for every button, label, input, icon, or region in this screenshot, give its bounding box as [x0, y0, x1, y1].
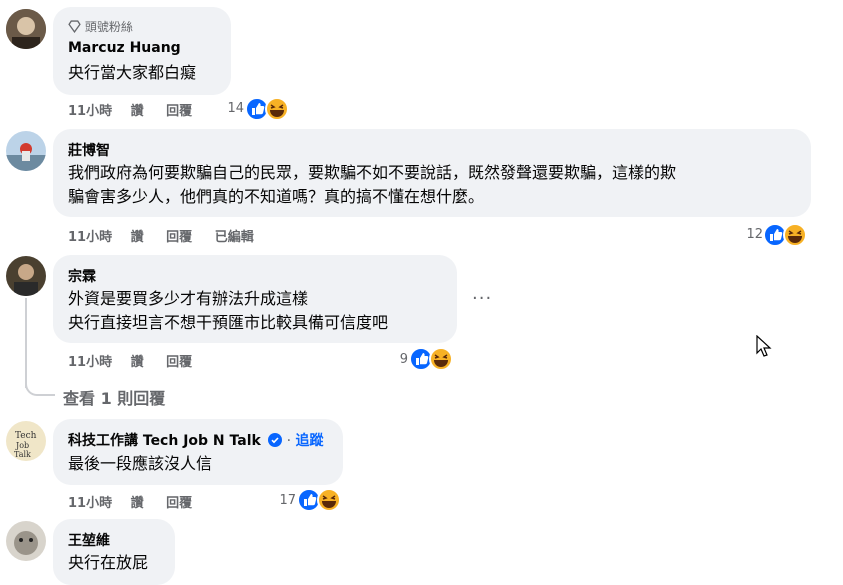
reply-button[interactable]: 回覆 — [166, 230, 192, 245]
like-button[interactable]: 讚 — [131, 230, 144, 245]
commenter-name[interactable]: 王堃維 — [68, 530, 110, 550]
like-button[interactable]: 讚 — [131, 355, 144, 370]
like-reaction-icon — [297, 488, 321, 512]
commenter-name[interactable]: 莊博智 — [68, 140, 110, 160]
comment-text-line-2: 央行直接坦言不想干預匯市比較具備可信度吧 — [68, 313, 389, 332]
commenter-name[interactable]: 宗霖 — [68, 266, 96, 286]
reply-button[interactable]: 回覆 — [166, 355, 192, 370]
timestamp[interactable]: 11小時 — [68, 496, 112, 511]
top-fan-badge: 頭號粉絲 — [68, 18, 133, 35]
timestamp[interactable]: 11小時 — [68, 355, 112, 370]
reply-button[interactable]: 回覆 — [166, 496, 192, 511]
thread-line — [25, 298, 27, 388]
comment-actions: 11小時 讚 回覆 已編輯 — [68, 226, 254, 245]
diamond-icon — [68, 20, 81, 34]
reaction-count[interactable]: 12 — [733, 227, 763, 242]
reaction-count[interactable]: 17 — [266, 493, 296, 508]
reaction-icons[interactable] — [297, 488, 341, 512]
haha-reaction-icon — [783, 223, 807, 247]
haha-reaction-icon — [265, 97, 289, 121]
page-name[interactable]: 科技工作講 Tech Job N Talk — [68, 433, 261, 449]
reaction-icons[interactable] — [763, 223, 807, 247]
comment-text-line-2: 騙會害多少人，他們真的不知道嗎？真的搞不懂在想什麼。 — [68, 187, 485, 206]
like-reaction-icon — [409, 347, 433, 371]
avatar[interactable] — [6, 521, 46, 561]
timestamp[interactable]: 11小時 — [68, 230, 112, 245]
commenter-name[interactable]: Marcuz Huang — [68, 40, 181, 56]
reaction-icons[interactable] — [245, 97, 289, 121]
reaction-icons[interactable] — [409, 347, 453, 371]
like-button[interactable]: 讚 — [131, 496, 144, 511]
comment-text-line-1: 我們政府為何要欺騙自己的民眾，要欺騙不如不要說話，既然發聲還要欺騙，這樣的欺 — [68, 163, 677, 182]
comment-text: 央行在放屁 — [68, 553, 149, 572]
edited-label: 已編輯 — [214, 230, 254, 245]
follow-button[interactable]: 追蹤 — [295, 433, 323, 449]
avatar[interactable] — [6, 256, 46, 296]
svg-text:Tech: Tech — [15, 431, 37, 441]
avatar[interactable] — [6, 9, 46, 49]
like-button[interactable]: 讚 — [131, 104, 144, 119]
like-reaction-icon — [763, 223, 787, 247]
like-reaction-icon — [245, 97, 269, 121]
comment-text-line-1: 外資是要買多少才有辦法升成這樣 — [68, 289, 309, 308]
svg-text:Job: Job — [15, 441, 29, 450]
commenter-name[interactable]: 科技工作講 Tech Job N Talk · 追蹤 — [68, 430, 323, 450]
reply-button[interactable]: 回覆 — [166, 104, 192, 119]
haha-reaction-icon — [429, 347, 453, 371]
comment-actions: 11小時 讚 回覆 — [68, 492, 192, 511]
haha-reaction-icon — [317, 488, 341, 512]
comment-text: 最後一段應該沒人信 — [68, 454, 213, 473]
comment-text: 央行當大家都白癡 — [68, 63, 197, 82]
avatar[interactable]: Tech Job Talk — [6, 421, 46, 461]
more-options-icon[interactable]: ··· — [472, 288, 492, 309]
reaction-count[interactable]: 14 — [214, 101, 244, 116]
timestamp[interactable]: 11小時 — [68, 104, 112, 119]
avatar[interactable] — [6, 131, 46, 171]
verified-badge-icon — [267, 433, 282, 447]
mouse-cursor-icon — [756, 335, 772, 357]
comment-actions: 11小時 讚 回覆 — [68, 100, 192, 119]
badge-label: 頭號粉絲 — [84, 20, 133, 34]
thread-curve — [25, 378, 55, 396]
reaction-count[interactable]: 9 — [378, 352, 408, 367]
view-replies-link[interactable]: 查看 1 則回覆 — [63, 385, 165, 409]
comment-actions: 11小時 讚 回覆 — [68, 351, 192, 370]
svg-text:Talk: Talk — [14, 450, 31, 459]
